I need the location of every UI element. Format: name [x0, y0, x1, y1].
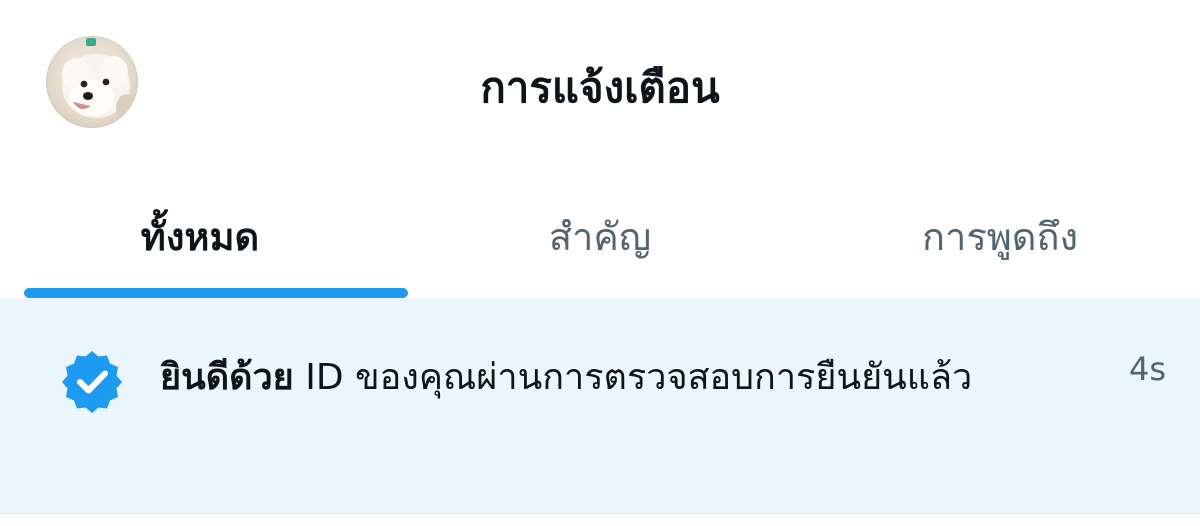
- tab-all[interactable]: ทั้งหมด: [0, 195, 408, 299]
- notification-bold-text: ยินดีด้วย: [160, 357, 294, 398]
- tab-mentions-label: การพูดถึง: [921, 215, 1079, 259]
- verified-badge-icon: [60, 349, 124, 413]
- bottom-divider: [0, 513, 1200, 526]
- tab-mentions[interactable]: การพูดถึง: [800, 195, 1200, 299]
- active-tab-indicator: [24, 288, 408, 298]
- page-title: การแจ้งเตือน: [480, 63, 720, 112]
- notification-item[interactable]: ยินดีด้วย ID ของคุณผ่านการตรวจสอบการยืนย…: [0, 299, 1200, 513]
- tab-verified[interactable]: สำคัญ: [400, 195, 800, 299]
- tab-all-label: ทั้งหมด: [140, 215, 260, 259]
- notification-body-text: ID ของคุณผ่านการตรวจสอบการยืนยันแล้ว: [293, 357, 973, 398]
- notification-tabs: ทั้งหมด สำคัญ การพูดถึง: [0, 195, 1200, 299]
- header: การแจ้งเตือน: [0, 0, 1200, 180]
- tab-verified-label: สำคัญ: [548, 215, 652, 259]
- notification-message: ยินดีด้วย ID ของคุณผ่านการตรวจสอบการยืนย…: [160, 347, 1090, 409]
- notification-timestamp: 4s: [1128, 350, 1166, 388]
